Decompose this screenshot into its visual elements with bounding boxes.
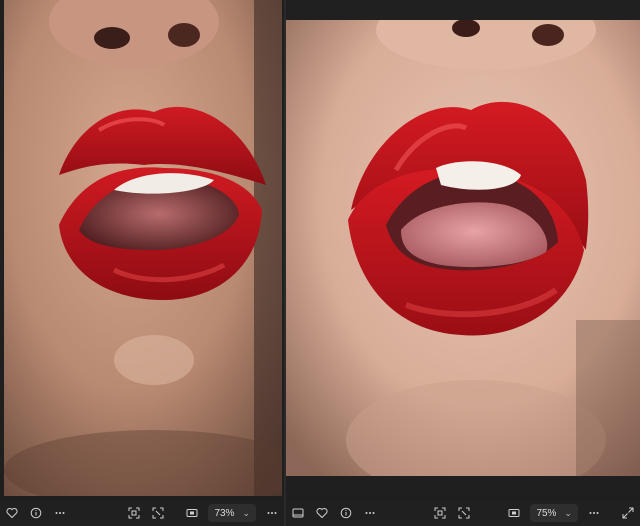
crop-icon[interactable] [123, 503, 145, 523]
left-photo-viewer: 73% ⌄ [0, 0, 286, 526]
lips-photo-right [286, 20, 640, 476]
favorite-icon[interactable] [1, 503, 23, 523]
more-icon[interactable] [49, 503, 71, 523]
more-icon[interactable] [261, 503, 283, 523]
fit-icon[interactable] [503, 503, 525, 523]
filmstrip-icon[interactable] [287, 503, 309, 523]
lips-photo-left [4, 0, 282, 496]
select-icon[interactable] [453, 503, 475, 523]
favorite-icon[interactable] [311, 503, 333, 523]
fit-icon[interactable] [181, 503, 203, 523]
zoom-dropdown[interactable]: 75% ⌄ [530, 504, 578, 522]
zoom-level: 75% [536, 507, 557, 519]
chevron-down-icon: ⌄ [242, 507, 250, 518]
more-icon[interactable] [583, 503, 605, 523]
fullscreen-icon[interactable] [617, 503, 639, 523]
more-icon[interactable] [359, 503, 381, 523]
right-photo [286, 20, 640, 476]
select-icon[interactable] [147, 503, 169, 523]
chevron-down-icon: ⌄ [564, 507, 572, 518]
zoom-dropdown[interactable]: 73% ⌄ [208, 504, 256, 522]
info-icon[interactable] [335, 503, 357, 523]
right-toolbar: 75% ⌄ [286, 500, 640, 526]
info-icon[interactable] [25, 503, 47, 523]
crop-icon[interactable] [429, 503, 451, 523]
left-photo [4, 0, 282, 496]
zoom-level: 73% [214, 507, 235, 519]
right-photo-viewer: 75% ⌄ [286, 0, 640, 526]
left-toolbar: 73% ⌄ [0, 500, 284, 526]
title-bar [286, 0, 640, 20]
